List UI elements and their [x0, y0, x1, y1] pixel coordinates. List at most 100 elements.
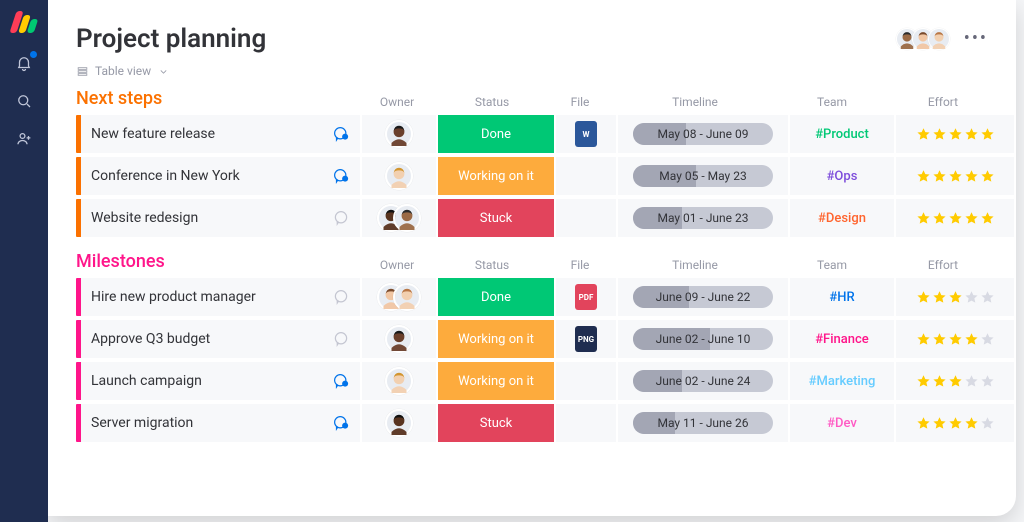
timeline-pill[interactable]: May 08 - June 09: [633, 123, 773, 145]
search-icon[interactable]: [13, 90, 35, 112]
file-cell[interactable]: W: [556, 115, 616, 153]
column-header-owner[interactable]: Owner: [360, 258, 434, 272]
file-cell[interactable]: [556, 404, 616, 442]
owner-avatar[interactable]: [393, 204, 421, 232]
team-tag[interactable]: #Design: [818, 211, 866, 226]
owner-avatar[interactable]: [385, 367, 413, 395]
more-options-button[interactable]: •••: [964, 30, 988, 48]
task-cell[interactable]: Hire new product manager: [76, 278, 360, 316]
table-row[interactable]: Website redesign Stuck May 01 - June 23#…: [76, 199, 988, 237]
effort-stars[interactable]: [916, 211, 995, 226]
table-row[interactable]: Launch campaign Working on it June 02 - …: [76, 362, 988, 400]
effort-cell[interactable]: [896, 362, 1014, 400]
owner-avatar[interactable]: [385, 409, 413, 437]
status-cell[interactable]: Working on it: [438, 320, 554, 358]
timeline-cell[interactable]: May 11 - June 26: [618, 404, 788, 442]
timeline-cell[interactable]: May 05 - May 23: [618, 157, 788, 195]
timeline-pill[interactable]: June 09 - June 22: [633, 286, 773, 308]
effort-stars[interactable]: [916, 332, 995, 347]
team-tag[interactable]: #Ops: [827, 169, 858, 184]
owner-avatar[interactable]: [385, 120, 413, 148]
team-tag[interactable]: #HR: [829, 290, 854, 305]
timeline-pill[interactable]: May 05 - May 23: [633, 165, 773, 187]
group-title[interactable]: Milestones: [76, 251, 360, 272]
table-row[interactable]: Hire new product manager Done PDF June 09…: [76, 278, 988, 316]
member-avatar[interactable]: [928, 28, 950, 50]
timeline-cell[interactable]: June 02 - June 10: [618, 320, 788, 358]
conversation-icon[interactable]: [330, 370, 352, 392]
column-header-team[interactable]: Team: [780, 258, 884, 272]
owner-cell[interactable]: [362, 362, 436, 400]
status-cell[interactable]: Done: [438, 115, 554, 153]
team-tag[interactable]: #Dev: [827, 416, 857, 431]
group-title[interactable]: Next steps: [76, 88, 360, 109]
team-tag[interactable]: #Marketing: [809, 374, 876, 389]
task-cell[interactable]: Approve Q3 budget: [76, 320, 360, 358]
table-row[interactable]: Conference in New York Working on it May…: [76, 157, 988, 195]
conversation-icon[interactable]: [330, 328, 352, 350]
timeline-cell[interactable]: May 01 - June 23: [618, 199, 788, 237]
timeline-pill[interactable]: June 02 - June 10: [633, 328, 773, 350]
column-header-effort[interactable]: Effort: [884, 258, 1002, 272]
timeline-cell[interactable]: May 08 - June 09: [618, 115, 788, 153]
effort-cell[interactable]: [896, 278, 1014, 316]
team-cell[interactable]: #HR: [790, 278, 894, 316]
table-row[interactable]: New feature release DoneW May 08 - June …: [76, 115, 988, 153]
view-switcher[interactable]: Table view: [76, 64, 988, 78]
timeline-pill[interactable]: May 11 - June 26: [633, 412, 773, 434]
owner-avatar[interactable]: [393, 283, 421, 311]
column-header-file[interactable]: File: [550, 258, 610, 272]
owner-cell[interactable]: [362, 404, 436, 442]
effort-cell[interactable]: [896, 404, 1014, 442]
file-cell[interactable]: PNG: [556, 320, 616, 358]
file-cell[interactable]: [556, 362, 616, 400]
column-header-team[interactable]: Team: [780, 95, 884, 109]
invite-user-icon[interactable]: [13, 128, 35, 150]
owner-avatar[interactable]: [385, 162, 413, 190]
status-cell[interactable]: Done: [438, 278, 554, 316]
file-cell[interactable]: [556, 199, 616, 237]
file-cell[interactable]: PDF: [556, 278, 616, 316]
timeline-cell[interactable]: June 09 - June 22: [618, 278, 788, 316]
status-cell[interactable]: Stuck: [438, 199, 554, 237]
team-cell[interactable]: #Finance: [790, 320, 894, 358]
conversation-icon[interactable]: [330, 165, 352, 187]
effort-cell[interactable]: [896, 157, 1014, 195]
file-badge[interactable]: PDF: [575, 284, 597, 310]
timeline-pill[interactable]: May 01 - June 23: [633, 207, 773, 229]
status-cell[interactable]: Working on it: [438, 157, 554, 195]
team-cell[interactable]: #Ops: [790, 157, 894, 195]
team-cell[interactable]: #Design: [790, 199, 894, 237]
team-cell[interactable]: #Marketing: [790, 362, 894, 400]
owner-cell[interactable]: [362, 199, 436, 237]
column-header-timeline[interactable]: Timeline: [610, 258, 780, 272]
table-row[interactable]: Approve Q3 budget Working on it PNG June …: [76, 320, 988, 358]
board-members[interactable]: [902, 28, 950, 50]
file-badge[interactable]: PNG: [575, 326, 597, 352]
effort-stars[interactable]: [916, 416, 995, 431]
file-cell[interactable]: [556, 157, 616, 195]
owner-cell[interactable]: [362, 320, 436, 358]
task-cell[interactable]: Server migration: [76, 404, 360, 442]
team-tag[interactable]: #Product: [815, 127, 869, 142]
effort-stars[interactable]: [916, 169, 995, 184]
owner-cell[interactable]: [362, 157, 436, 195]
effort-cell[interactable]: [896, 199, 1014, 237]
conversation-icon[interactable]: [330, 412, 352, 434]
notifications-icon[interactable]: [13, 52, 35, 74]
timeline-pill[interactable]: June 02 - June 24: [633, 370, 773, 392]
owner-cell[interactable]: [362, 278, 436, 316]
column-header-effort[interactable]: Effort: [884, 95, 1002, 109]
timeline-cell[interactable]: June 02 - June 24: [618, 362, 788, 400]
conversation-icon[interactable]: [330, 123, 352, 145]
file-badge[interactable]: W: [575, 121, 597, 147]
app-logo[interactable]: [11, 10, 37, 36]
effort-cell[interactable]: [896, 320, 1014, 358]
owner-avatar[interactable]: [385, 325, 413, 353]
column-header-status[interactable]: Status: [434, 95, 550, 109]
column-header-owner[interactable]: Owner: [360, 95, 434, 109]
status-cell[interactable]: Working on it: [438, 362, 554, 400]
task-cell[interactable]: Conference in New York: [76, 157, 360, 195]
status-cell[interactable]: Stuck: [438, 404, 554, 442]
effort-stars[interactable]: [916, 290, 995, 305]
